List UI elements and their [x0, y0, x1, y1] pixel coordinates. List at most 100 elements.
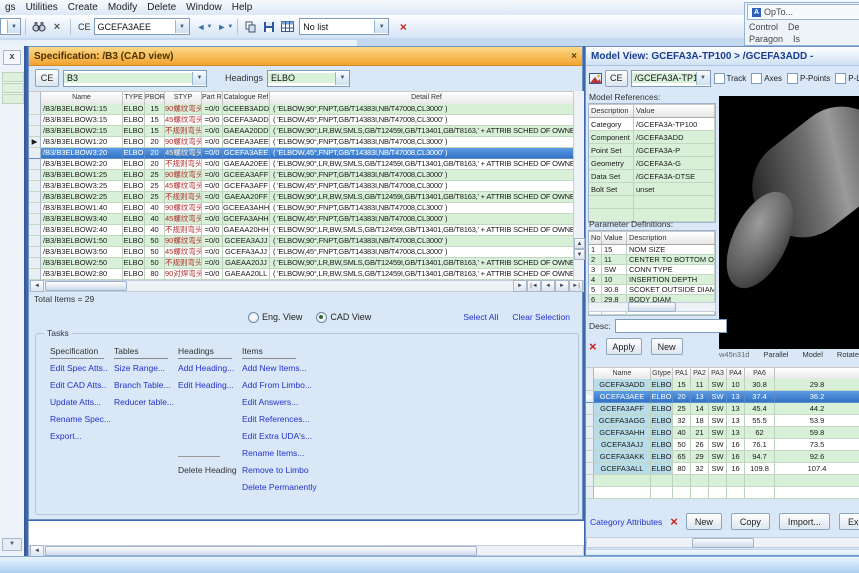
- save-icon[interactable]: [260, 18, 278, 36]
- table-cell[interactable]: 90螺纹弯头: [165, 137, 202, 148]
- row-marker[interactable]: [586, 475, 594, 487]
- table-cell[interactable]: 18: [691, 415, 709, 427]
- table-cell[interactable]: 15: [145, 115, 165, 126]
- table-cell[interactable]: [745, 475, 775, 487]
- table-cell[interactable]: 90对焊弯头: [165, 269, 202, 280]
- table-row[interactable]: /B3/B3ELBOW3:15ELBO1545螺纹弯头=0/0GCEFA3ADD…: [29, 115, 584, 126]
- table-cell[interactable]: /B3/B3ELBOW2:20: [41, 159, 123, 170]
- table-cell[interactable]: =0/0: [202, 104, 223, 115]
- horizontal-scrollbar[interactable]: [586, 537, 859, 548]
- row-marker[interactable]: [29, 170, 41, 181]
- table-cell[interactable]: ELBO: [123, 192, 145, 203]
- row-marker[interactable]: [586, 439, 594, 451]
- table-cell[interactable]: =0/0: [202, 170, 223, 181]
- table-cell[interactable]: Data Set: [589, 170, 634, 183]
- category-attributes-link[interactable]: Category Attributes: [590, 517, 662, 527]
- prev-record-icon[interactable]: ◄: [541, 280, 555, 292]
- table-cell[interactable]: GCEFA3AFF: [223, 181, 270, 192]
- table-cell[interactable]: =0/0: [202, 258, 223, 269]
- table-cell[interactable]: ELBO: [123, 247, 145, 258]
- table-row[interactable]: /B3/B3ELBOW1:25ELBO2590螺纹弯头=0/0GCEEA3AFF…: [29, 170, 584, 181]
- table-cell[interactable]: GCEFA3AHH: [594, 427, 651, 439]
- table-cell[interactable]: GCEFA3AJJ: [223, 247, 270, 258]
- table-cell[interactable]: [673, 475, 691, 487]
- checkbox-icon[interactable]: [835, 73, 846, 84]
- table-cell[interactable]: 45螺纹弯头: [165, 181, 202, 192]
- table-cell[interactable]: 37.4: [745, 391, 775, 403]
- radio-icon[interactable]: [248, 312, 259, 323]
- task-link-export-[interactable]: Export...: [50, 431, 82, 441]
- table-cell[interactable]: =0/0: [202, 269, 223, 280]
- table-cell[interactable]: ELBO: [651, 439, 673, 451]
- menu-item-gs[interactable]: gs: [0, 2, 21, 13]
- table-cell[interactable]: 13: [727, 427, 745, 439]
- table-cell[interactable]: GCEEA3AFF: [223, 170, 270, 181]
- table-cell[interactable]: 13: [727, 415, 745, 427]
- table-cell[interactable]: /B3/B3ELBOW3:20: [41, 148, 123, 159]
- table-cell[interactable]: ELBO: [123, 148, 145, 159]
- table-cell[interactable]: 5: [589, 285, 602, 295]
- table-cell[interactable]: 3: [589, 265, 602, 275]
- table-cell[interactable]: CENTER TO BOTTOM OF FACE: [627, 255, 715, 265]
- checkbox-axes[interactable]: Axes: [751, 73, 782, 84]
- task-link-add-new-items-[interactable]: Add New Items...: [242, 363, 307, 373]
- table-cell[interactable]: GAEAA20EE: [223, 159, 270, 170]
- table-cell[interactable]: [634, 196, 715, 209]
- task-link-edit-cad-atts-[interactable]: Edit CAD Atts..: [50, 380, 106, 390]
- table-cell[interactable]: =0/0: [202, 225, 223, 236]
- table-cell[interactable]: 25: [673, 403, 691, 415]
- menu-item-delete[interactable]: Delete: [142, 2, 181, 13]
- navigate-back-icon[interactable]: ◄: [197, 22, 206, 32]
- table-row[interactable]: /B3/B3ELBOW1:15ELBO1590螺纹弯头=0/0GCEEB3ADD…: [29, 104, 584, 115]
- table-cell[interactable]: 40: [145, 214, 165, 225]
- select-all-link[interactable]: Select All: [463, 312, 498, 322]
- table-cell[interactable]: ELBO: [651, 403, 673, 415]
- task-link-branch-table-[interactable]: Branch Table...: [114, 380, 171, 390]
- table-cell[interactable]: ( 'ELBOW,90°,LR,BW,SMLS,GB/T12459I,GB/T1…: [270, 225, 584, 236]
- table-cell[interactable]: /GCEFA3A-TP100: [634, 118, 715, 131]
- table-cell[interactable]: 50: [145, 236, 165, 247]
- table-cell[interactable]: 15: [673, 379, 691, 391]
- row-marker[interactable]: [586, 403, 594, 415]
- horizontal-scrollbar[interactable]: [588, 302, 716, 312]
- table-row[interactable]: GCEFA3AFFELBO2514SW1345.444.2: [586, 403, 859, 415]
- table-cell[interactable]: 15: [145, 104, 165, 115]
- table-cell[interactable]: =0/0: [202, 137, 223, 148]
- table-cell[interactable]: ( 'ELBOW,45°,FNPT,GB/T14383I,NB/T47008,C…: [270, 214, 584, 225]
- checkbox-track[interactable]: Track: [714, 73, 747, 84]
- table-cell[interactable]: 10: [727, 379, 745, 391]
- table-cell[interactable]: GAEAA20HH: [223, 225, 270, 236]
- table-row[interactable]: Point Set/GCEFA3A-P: [589, 144, 715, 157]
- table-cell[interactable]: 25: [145, 181, 165, 192]
- table-cell[interactable]: NOM SIZE: [627, 245, 715, 255]
- table-cell[interactable]: INSERTION DEPTH: [627, 275, 715, 285]
- row-marker[interactable]: ▶: [29, 137, 41, 148]
- table-cell[interactable]: ELBO: [651, 463, 673, 475]
- scrollbar-thumb[interactable]: [628, 302, 676, 312]
- table-row[interactable]: GCEFA3AHHELBO4021SW136259.8: [586, 427, 859, 439]
- chevron-down-icon[interactable]: ▼: [192, 72, 206, 85]
- table-row[interactable]: ▶/B3/B3ELBOW1:20ELBO2090螺纹弯头=0/0GCEEA3AE…: [29, 137, 584, 148]
- button-copy[interactable]: Copy: [731, 513, 770, 530]
- table-cell[interactable]: ( 'ELBOW,90°,FNPT,GB/T14383I,NB/T47008,C…: [270, 203, 584, 214]
- table-cell[interactable]: 94.7: [745, 451, 775, 463]
- table-cell[interactable]: ELBO: [123, 137, 145, 148]
- table-row[interactable]: /B3/B3ELBOW3:40ELBO4045螺纹弯头=0/0GCEFA3AHH…: [29, 214, 584, 225]
- checkbox-icon[interactable]: [787, 73, 798, 84]
- task-link-add-heading-[interactable]: Add Heading...: [178, 363, 234, 373]
- table-cell[interactable]: ELBO: [651, 415, 673, 427]
- checkbox-icon[interactable]: [751, 73, 762, 84]
- category-combo[interactable]: /GCEFA3A-TP100▼: [631, 70, 711, 87]
- table-cell[interactable]: GAEAA20DD: [223, 126, 270, 137]
- table-cell[interactable]: SW: [709, 439, 727, 451]
- table-cell[interactable]: SW: [709, 403, 727, 415]
- table-cell[interactable]: Category: [589, 118, 634, 131]
- table-cell[interactable]: [651, 487, 673, 499]
- table-cell[interactable]: 20: [673, 391, 691, 403]
- table-row[interactable]: /B3/B3ELBOW2:80ELBO8090对焊弯头=0/0GAEAA20LL…: [29, 269, 584, 280]
- table-cell[interactable]: [594, 487, 651, 499]
- delete-icon[interactable]: ×: [589, 339, 597, 354]
- table-cell[interactable]: 16: [727, 463, 745, 475]
- table-cell[interactable]: 36.2: [775, 391, 859, 403]
- task-link-edit-references-[interactable]: Edit References...: [242, 414, 310, 424]
